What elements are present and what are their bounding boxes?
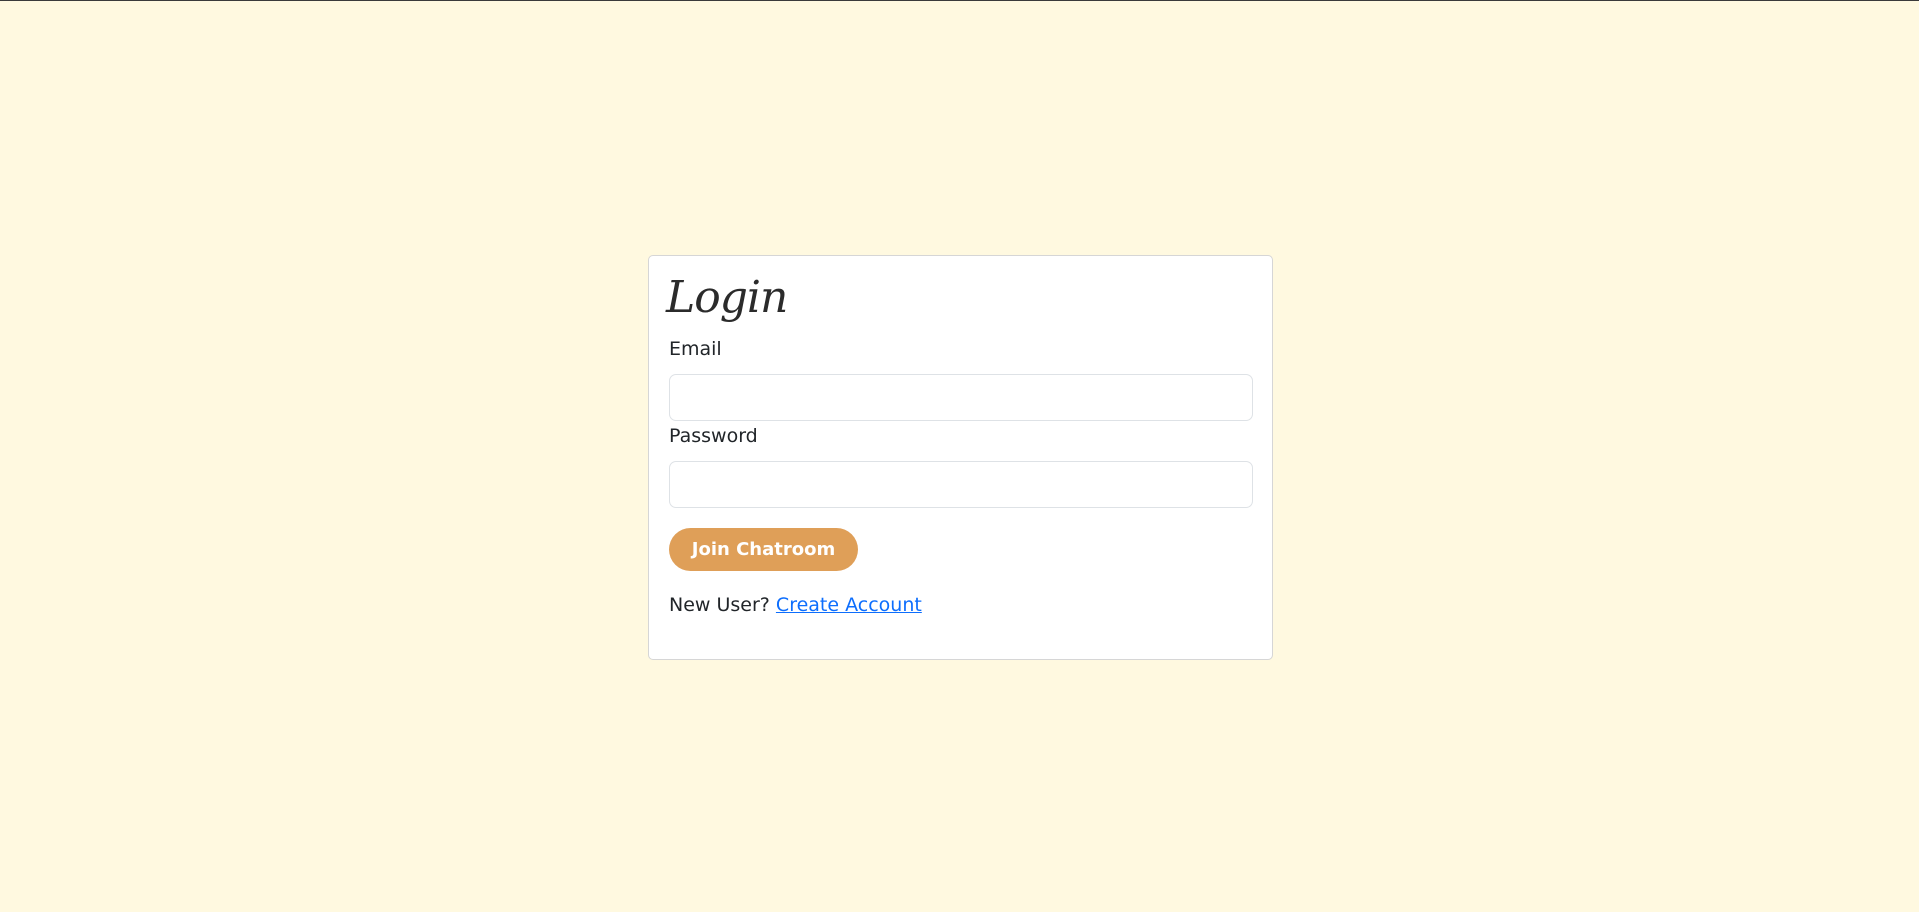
signup-prompt: New User? Create Account [669,596,922,615]
page-title: Login [666,272,788,323]
new-user-text: New User? [669,594,770,616]
create-account-link[interactable]: Create Account [776,594,922,616]
login-card: Login Email Password Join Chatroom New U… [648,255,1273,660]
join-chatroom-button[interactable]: Join Chatroom [669,528,858,571]
email-field[interactable] [669,374,1253,421]
password-field[interactable] [669,461,1253,508]
password-label: Password [669,425,758,447]
email-label: Email [669,338,722,360]
